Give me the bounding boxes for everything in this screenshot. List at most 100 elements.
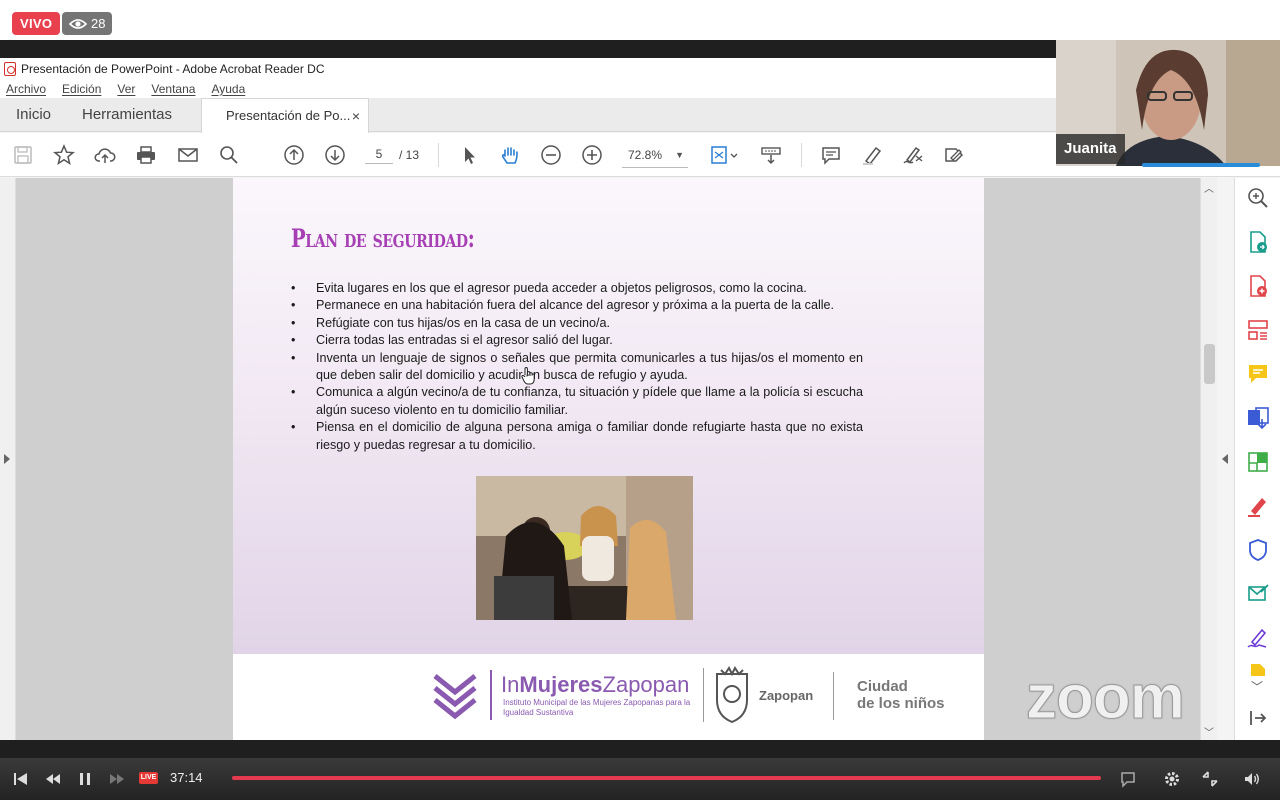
zoom-watermark-logo: zoom xyxy=(1026,663,1186,733)
comment-icon[interactable] xyxy=(818,142,844,168)
scroll-up-icon[interactable]: ︿ xyxy=(1204,180,1214,195)
volume-icon[interactable] xyxy=(1241,768,1263,790)
chevron-down-icon[interactable]: ﹀ xyxy=(1251,678,1263,695)
participant-name: Juanita xyxy=(1056,134,1125,164)
left-pane-toggle[interactable] xyxy=(0,178,16,740)
viewer-count-badge: 28 xyxy=(62,12,113,35)
list-item: Inventa un lenguaje de signos o señales … xyxy=(291,350,863,385)
hand-tool-icon[interactable] xyxy=(497,142,523,168)
ciudad-de-los-ninos-logo: Ciudad de los niños xyxy=(857,678,945,712)
zoom-level-dropdown[interactable]: 72.8% ▼ xyxy=(622,142,688,168)
viewer-count: 28 xyxy=(91,16,106,31)
search-icon[interactable] xyxy=(216,142,242,168)
live-indicator: LIVE xyxy=(139,772,158,784)
next-page-icon[interactable] xyxy=(322,142,348,168)
protect-shield-icon[interactable] xyxy=(1246,538,1270,562)
keyboard-scroll-icon[interactable] xyxy=(758,142,784,168)
logo-divider xyxy=(833,672,834,720)
progress-bar[interactable] xyxy=(232,776,1101,780)
comment-tool-icon[interactable] xyxy=(1246,362,1270,386)
video-player-controls: LIVE 37:14 xyxy=(0,758,1280,800)
skip-back-icon[interactable] xyxy=(10,768,32,790)
vertical-scrollbar[interactable]: ︿ ﹀ xyxy=(1200,178,1217,740)
video-letterbox-bottom xyxy=(0,740,1280,758)
list-item: Cierra todas las entradas si el agresor … xyxy=(291,332,863,350)
menu-bar: Archivo Edición Ver Ventana Ayuda xyxy=(0,79,1056,98)
scrollbar-thumb[interactable] xyxy=(1204,344,1215,384)
slide-page: Plan de seguridad: Evita lugares en los … xyxy=(233,178,984,740)
zoom-out-icon[interactable] xyxy=(538,142,564,168)
create-pdf-icon[interactable] xyxy=(1246,274,1270,298)
page-navigator: 5 / 13 xyxy=(365,142,427,168)
inmujeres-logo-icon xyxy=(433,674,477,720)
gear-icon[interactable] xyxy=(1161,768,1183,790)
pause-icon[interactable] xyxy=(74,768,96,790)
inmujeres-wordmark: InMujeresZapopan xyxy=(501,672,690,697)
fill-sign-icon[interactable] xyxy=(1246,494,1270,518)
export-pdf-icon[interactable] xyxy=(1246,230,1270,254)
tab-herramientas[interactable]: Herramientas xyxy=(82,98,172,132)
chevron-left-icon xyxy=(1222,454,1228,464)
list-item: Permanece en una habitación fuera del al… xyxy=(291,297,863,315)
page-fit-icon[interactable] xyxy=(707,142,741,168)
print-icon[interactable] xyxy=(133,142,159,168)
toolbar-divider xyxy=(438,143,439,167)
women-talking-photo xyxy=(476,476,693,620)
list-item: Refúgiate con tus hijas/os en la casa de… xyxy=(291,315,863,333)
tab-inicio[interactable]: Inicio xyxy=(16,98,51,132)
combine-files-icon[interactable] xyxy=(1246,406,1270,430)
send-for-review-icon[interactable] xyxy=(1246,582,1270,606)
close-icon[interactable]: × xyxy=(352,99,360,133)
menu-ver[interactable]: Ver xyxy=(117,82,135,96)
signature-pen-icon[interactable] xyxy=(1246,626,1270,650)
zapopan-wordmark: Zapopan xyxy=(759,688,814,703)
chevron-down-icon: ▼ xyxy=(675,149,684,160)
acrobat-app-icon xyxy=(4,61,16,76)
screen: VIVO 28 Presentación de PowerPoint - Ado… xyxy=(0,0,1280,800)
playback-time: 37:14 xyxy=(170,770,203,785)
chevron-right-icon xyxy=(4,454,10,464)
edit-tag-icon[interactable] xyxy=(941,142,967,168)
tab-document[interactable]: Presentación de Po... × xyxy=(201,98,369,133)
menu-edicion[interactable]: Edición xyxy=(62,82,101,96)
fast-forward-icon[interactable] xyxy=(106,768,128,790)
scroll-down-icon[interactable]: ﹀ xyxy=(1204,724,1214,739)
list-item: Evita lugares en los que el agresor pued… xyxy=(291,280,863,298)
window-title: Presentación de PowerPoint - Adobe Acrob… xyxy=(21,61,325,76)
rewind-icon[interactable] xyxy=(42,768,64,790)
list-item: Piensa en el domicilio de alguna persona… xyxy=(291,419,863,454)
page-number-input[interactable]: 5 xyxy=(365,147,393,164)
highlight-pen-icon[interactable] xyxy=(859,142,885,168)
menu-ayuda[interactable]: Ayuda xyxy=(211,82,245,96)
exit-fullscreen-icon[interactable] xyxy=(1199,768,1221,790)
zoom-level-value: 72.8% xyxy=(628,147,663,162)
collapse-pane-icon[interactable] xyxy=(1246,706,1270,730)
toolbar-divider xyxy=(801,143,802,167)
save-icon[interactable] xyxy=(10,142,36,168)
more-tools-icon[interactable] xyxy=(1246,662,1270,676)
cloud-upload-icon[interactable] xyxy=(92,142,118,168)
zapopan-coat-of-arms-icon xyxy=(716,666,748,724)
previous-page-icon[interactable] xyxy=(281,142,307,168)
chat-bubble-icon[interactable] xyxy=(1117,768,1139,790)
inmujeres-subtitle: Instituto Municipal de las Mujeres Zapop… xyxy=(503,698,691,717)
star-icon[interactable] xyxy=(51,142,77,168)
zoom-search-icon[interactable] xyxy=(1246,186,1270,210)
window-titlebar: Presentación de PowerPoint - Adobe Acrob… xyxy=(0,58,1056,79)
select-cursor-icon[interactable] xyxy=(456,142,482,168)
edit-pdf-icon[interactable] xyxy=(1246,450,1270,474)
email-icon[interactable] xyxy=(175,142,201,168)
menu-ventana[interactable]: Ventana xyxy=(151,82,195,96)
tools-pane: ﹀ xyxy=(1234,178,1280,740)
page-total: / 13 xyxy=(399,148,420,162)
organize-pages-icon[interactable] xyxy=(1246,318,1270,342)
sign-icon[interactable] xyxy=(900,142,926,168)
menu-archivo[interactable]: Archivo xyxy=(6,82,46,96)
tab-document-label: Presentación de Po... xyxy=(226,108,351,123)
slide-title: Plan de seguridad: xyxy=(291,224,475,253)
right-pane-toggle[interactable] xyxy=(1217,178,1234,740)
sponsor-logo-band: InMujeresZapopan Instituto Municipal de … xyxy=(233,654,984,740)
document-viewport[interactable]: Plan de seguridad: Evita lugares en los … xyxy=(16,178,1200,740)
zoom-in-icon[interactable] xyxy=(579,142,605,168)
hand-cursor-icon xyxy=(521,366,535,385)
